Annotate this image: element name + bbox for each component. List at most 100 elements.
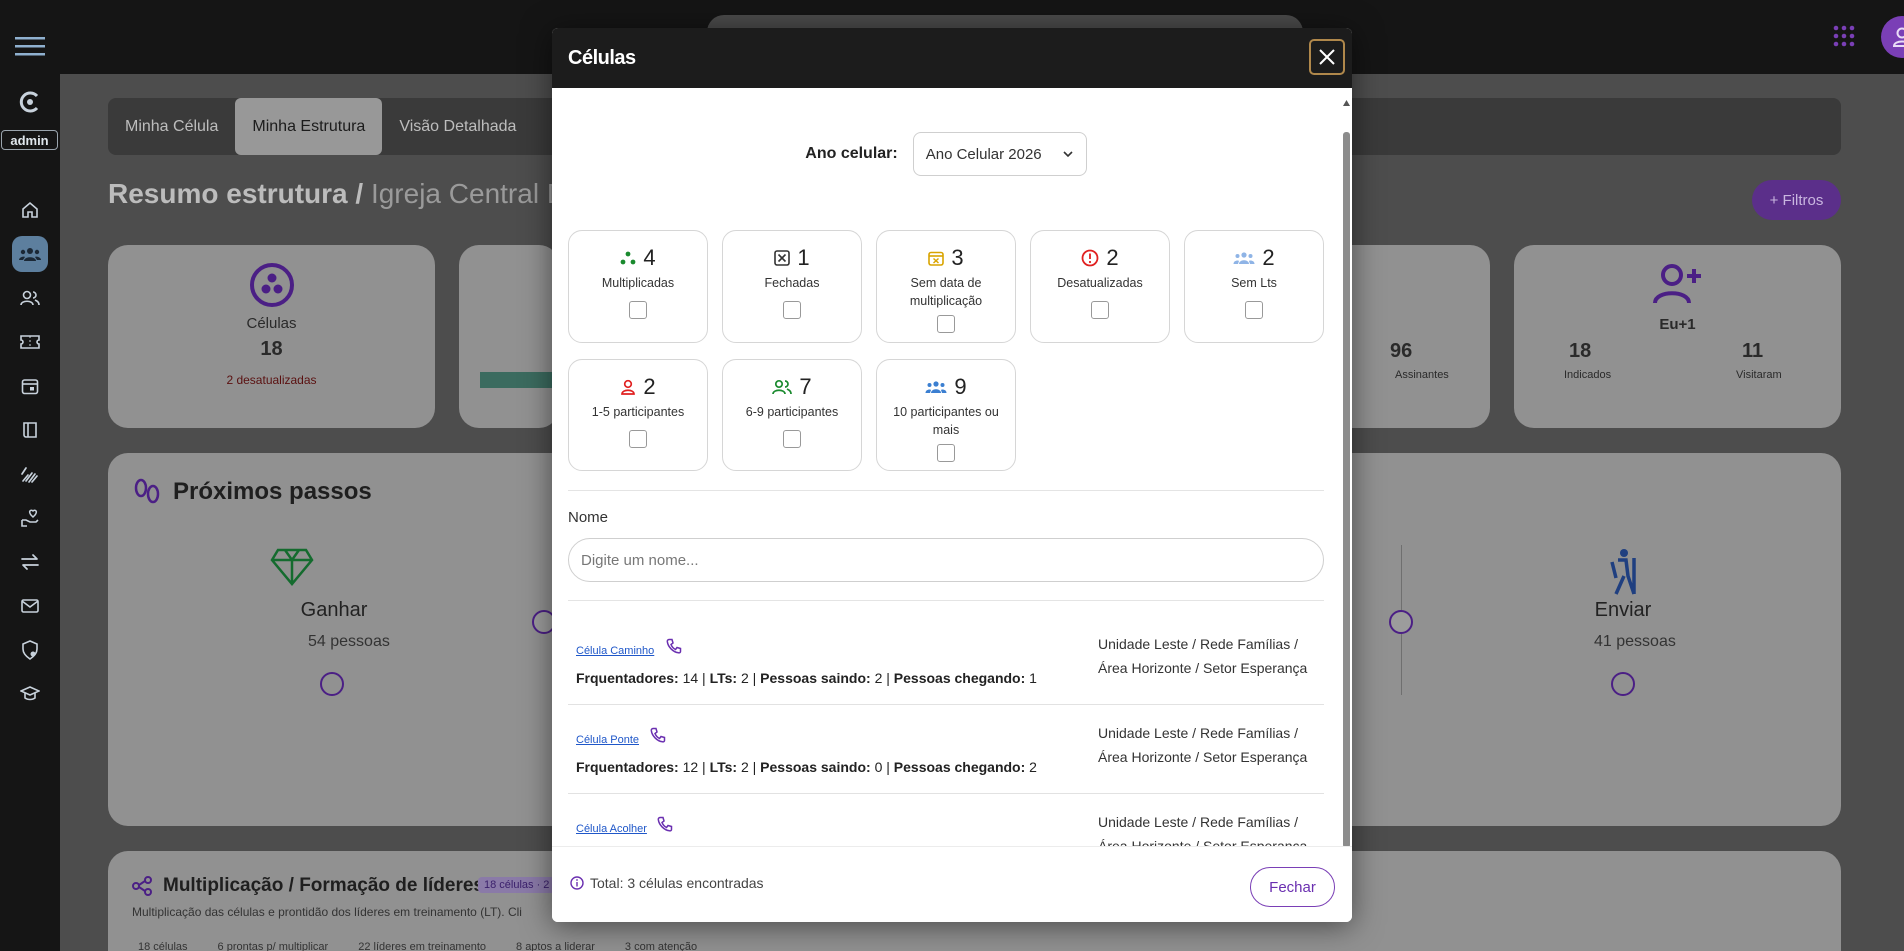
cell-name-link[interactable]: Célula Ponte xyxy=(576,734,639,746)
filter-card-sem-lts[interactable]: 2 Sem Lts xyxy=(1184,230,1324,343)
filter-checkbox[interactable] xyxy=(629,301,647,319)
apps-grid-icon[interactable] xyxy=(1832,24,1856,48)
chip-prontas[interactable]: 6 prontas p/ multiplicar xyxy=(218,941,329,951)
filter-checkbox[interactable] xyxy=(1091,301,1109,319)
chip-celulas[interactable]: 18 células xyxy=(138,941,188,951)
partial-summary-card xyxy=(459,245,560,428)
close-icon xyxy=(1319,49,1335,65)
graduation-icon[interactable] xyxy=(12,676,48,712)
modal-scrollbar[interactable] xyxy=(1343,100,1350,860)
cell-row: Célula Caminho Frquentadores: 14 | LTs: … xyxy=(568,616,1324,705)
page-title-church: Igreja Central D xyxy=(370,178,568,209)
cell-name-link[interactable]: Célula Acolher xyxy=(576,823,647,835)
enviar-search-icon[interactable] xyxy=(1611,672,1635,696)
tab-minha-celula[interactable]: Minha Célula xyxy=(108,98,235,155)
scroll-thumb[interactable] xyxy=(1343,132,1350,848)
logo-icon[interactable] xyxy=(12,84,48,120)
filter-card-fechadas[interactable]: 1 Fechadas xyxy=(722,230,862,343)
filter-checkbox[interactable] xyxy=(783,430,801,448)
filter-card-6-9[interactable]: 7 6-9 participantes xyxy=(722,359,862,471)
celulas-card-desatualizadas: 2 desatualizadas xyxy=(226,373,317,387)
chip-atencao[interactable]: 3 com atenção xyxy=(625,941,697,951)
ano-celular-row: Ano celular: Ano Celular 2026 xyxy=(552,132,1340,176)
phone-icon[interactable] xyxy=(650,727,666,743)
filter-label: Fechadas xyxy=(764,276,820,290)
ano-celular-value: Ano Celular 2026 xyxy=(925,145,1042,163)
eu1-title: Eu+1 xyxy=(1659,316,1696,333)
ano-celular-label: Ano celular: xyxy=(805,145,898,162)
ticket-icon[interactable] xyxy=(12,324,48,360)
multiplicacao-title: Multiplicação / Formação de líderes xyxy=(163,875,484,896)
eu1-summary-card[interactable]: Eu+1 18 Indicados 11 Visitaram xyxy=(1514,245,1841,428)
fechar-button[interactable]: Fechar xyxy=(1250,867,1335,907)
celulas-card-title: Células xyxy=(246,315,297,332)
filter-card-sem-data[interactable]: 3 Sem data de multiplicação xyxy=(876,230,1016,343)
filter-card-10-mais[interactable]: 9 10 participantes ou mais xyxy=(876,359,1016,471)
home-icon[interactable] xyxy=(12,192,48,228)
ganhar-pessoas: 54 pessoas xyxy=(308,633,390,650)
hands-icon[interactable] xyxy=(12,456,48,492)
cell-name-link[interactable]: Célula Caminho xyxy=(576,645,654,657)
filter-card-multiplicadas[interactable]: 4 Multiplicadas xyxy=(568,230,708,343)
filter-label: 6-9 participantes xyxy=(745,405,839,419)
filter-count: 4 xyxy=(643,245,656,270)
cell-stats: Frquentadores: 14 | LTs: 2 | Pessoas sai… xyxy=(576,670,1037,686)
scroll-up-icon[interactable] xyxy=(1343,100,1350,106)
filter-count: 2 xyxy=(1106,245,1119,270)
next-step-arrow-icon[interactable] xyxy=(1389,610,1413,634)
filter-checkbox[interactable] xyxy=(629,430,647,448)
ano-celular-select[interactable]: Ano Celular 2026 xyxy=(912,132,1087,176)
eu1-indicados-label: Indicados xyxy=(1564,369,1612,381)
nome-search-input[interactable] xyxy=(568,538,1324,582)
swap-icon[interactable] xyxy=(12,544,48,580)
modal-footer: Total: 3 células encontradas Fechar xyxy=(552,846,1352,922)
group-icon xyxy=(1233,251,1255,265)
user-avatar-icon[interactable] xyxy=(1881,16,1904,58)
modal-close-button[interactable] xyxy=(1309,39,1345,75)
filter-count: 7 xyxy=(799,374,812,399)
filter-card-desatualizadas[interactable]: 2 Desatualizadas xyxy=(1030,230,1170,343)
people-icon[interactable] xyxy=(12,280,48,316)
alert-circle-icon xyxy=(1081,249,1099,267)
multiplicacao-badge: 18 células · 2 xyxy=(478,877,556,893)
groups-icon[interactable] xyxy=(12,236,48,272)
phone-icon[interactable] xyxy=(666,638,682,654)
person-icon xyxy=(620,379,636,395)
modal-title: Células xyxy=(568,46,636,69)
filter-card-1-5[interactable]: 2 1-5 participantes xyxy=(568,359,708,471)
filter-checkbox[interactable] xyxy=(1245,301,1263,319)
phone-icon[interactable] xyxy=(657,816,673,832)
mail-icon[interactable] xyxy=(12,588,48,624)
hand-heart-icon[interactable] xyxy=(12,500,48,536)
cell-row: Célula Ponte Frquentadores: 12 | LTs: 2 … xyxy=(568,705,1324,794)
celulas-card-count: 18 xyxy=(260,338,283,360)
diamond-icon xyxy=(270,548,314,586)
filter-count: 3 xyxy=(951,245,964,270)
tab-visao-detalhada[interactable]: Visão Detalhada xyxy=(382,98,533,155)
shield-icon[interactable] xyxy=(12,632,48,668)
tab-minha-estrutura[interactable]: Minha Estrutura xyxy=(235,98,383,155)
celulas-summary-card[interactable]: Células 18 2 desatualizadas xyxy=(108,245,435,428)
chip-aptos[interactable]: 8 aptos a liderar xyxy=(516,941,595,951)
enviar-label: Enviar xyxy=(1594,599,1652,621)
filter-checkbox[interactable] xyxy=(937,444,955,462)
filter-label: Sem data de multiplicação xyxy=(909,276,983,308)
filter-checkbox[interactable] xyxy=(783,301,801,319)
calendar-x-icon xyxy=(928,250,945,266)
eu1-visitaram-count: 11 xyxy=(1742,340,1764,362)
modal-header: Células xyxy=(552,28,1352,88)
chip-lideres[interactable]: 22 líderes em treinamento xyxy=(358,941,486,951)
filter-count: 2 xyxy=(643,374,656,399)
divider xyxy=(568,490,1324,491)
book-icon[interactable] xyxy=(12,412,48,448)
menu-icon[interactable] xyxy=(12,28,48,64)
filter-checkbox[interactable] xyxy=(937,315,955,333)
calendar-icon[interactable] xyxy=(12,368,48,404)
assinantes-label: Assinantes xyxy=(1395,369,1449,381)
filters-button[interactable]: + Filtros xyxy=(1752,180,1841,220)
enviar-pessoas: 41 pessoas xyxy=(1594,633,1676,650)
nome-label: Nome xyxy=(568,509,609,526)
ganhar-search-icon[interactable] xyxy=(320,672,344,696)
sidebar: admin xyxy=(0,0,60,951)
multiply-icon xyxy=(620,251,636,265)
